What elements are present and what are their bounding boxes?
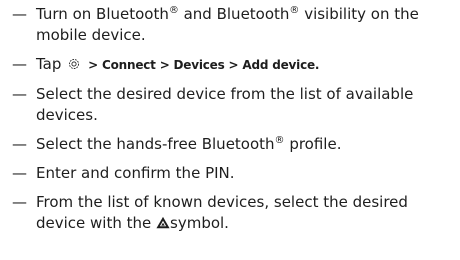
registered-mark: ® <box>168 5 179 16</box>
bullet-dash: — <box>12 135 27 153</box>
step-select-profile: — Select the hands-free Bluetooth® profi… <box>12 134 452 155</box>
bullet-dash: — <box>12 164 27 182</box>
step-text: Enter and confirm the PIN. <box>36 164 235 182</box>
bullet-dash: — <box>12 55 27 73</box>
step-suffix: symbol. <box>170 214 229 232</box>
step-enter-pin: — Enter and confirm the PIN. <box>12 163 452 184</box>
menu-path-separator: > <box>84 58 102 72</box>
step-text: Tap > Connect > Devices > Add device. <box>36 54 452 76</box>
step-text-part: Select the hands-free Bluetooth <box>36 135 275 153</box>
step-enable-bluetooth: — Turn on Bluetooth® and Bluetooth® visi… <box>12 4 452 46</box>
step-text-part: and Bluetooth <box>178 5 290 23</box>
registered-mark: ® <box>274 135 285 146</box>
step-select-device: — Select the desired device from the lis… <box>12 84 452 126</box>
bullet-dash: — <box>12 5 27 23</box>
step-prefix: Tap <box>36 55 67 73</box>
gear-icon <box>69 59 80 69</box>
step-menu-path: — Tap > Connect > Devices > Add device. <box>12 54 452 76</box>
warning-triangle-icon <box>156 216 170 229</box>
menu-path-separator: > <box>155 58 174 72</box>
step-select-known-device: — From the list of known devices, select… <box>12 192 452 234</box>
step-text-part: Turn on Bluetooth <box>36 5 169 23</box>
bullet-dash: — <box>12 193 27 211</box>
instruction-list: — Turn on Bluetooth® and Bluetooth® visi… <box>12 4 452 242</box>
step-text: Select the desired device from the list … <box>36 85 414 124</box>
bullet-dash: — <box>12 85 27 103</box>
menu-item-add-device: Add device. <box>242 58 320 72</box>
menu-item-devices: Devices <box>173 58 225 72</box>
step-text: Select the hands-free Bluetooth® profile… <box>36 134 452 155</box>
registered-mark: ® <box>289 5 300 16</box>
menu-path-separator: > <box>224 58 243 72</box>
step-text-part: profile. <box>284 135 342 153</box>
step-text: Turn on Bluetooth® and Bluetooth® visibi… <box>36 4 452 46</box>
step-text: From the list of known devices, select t… <box>36 192 452 234</box>
menu-item-connect: Connect <box>101 58 156 72</box>
